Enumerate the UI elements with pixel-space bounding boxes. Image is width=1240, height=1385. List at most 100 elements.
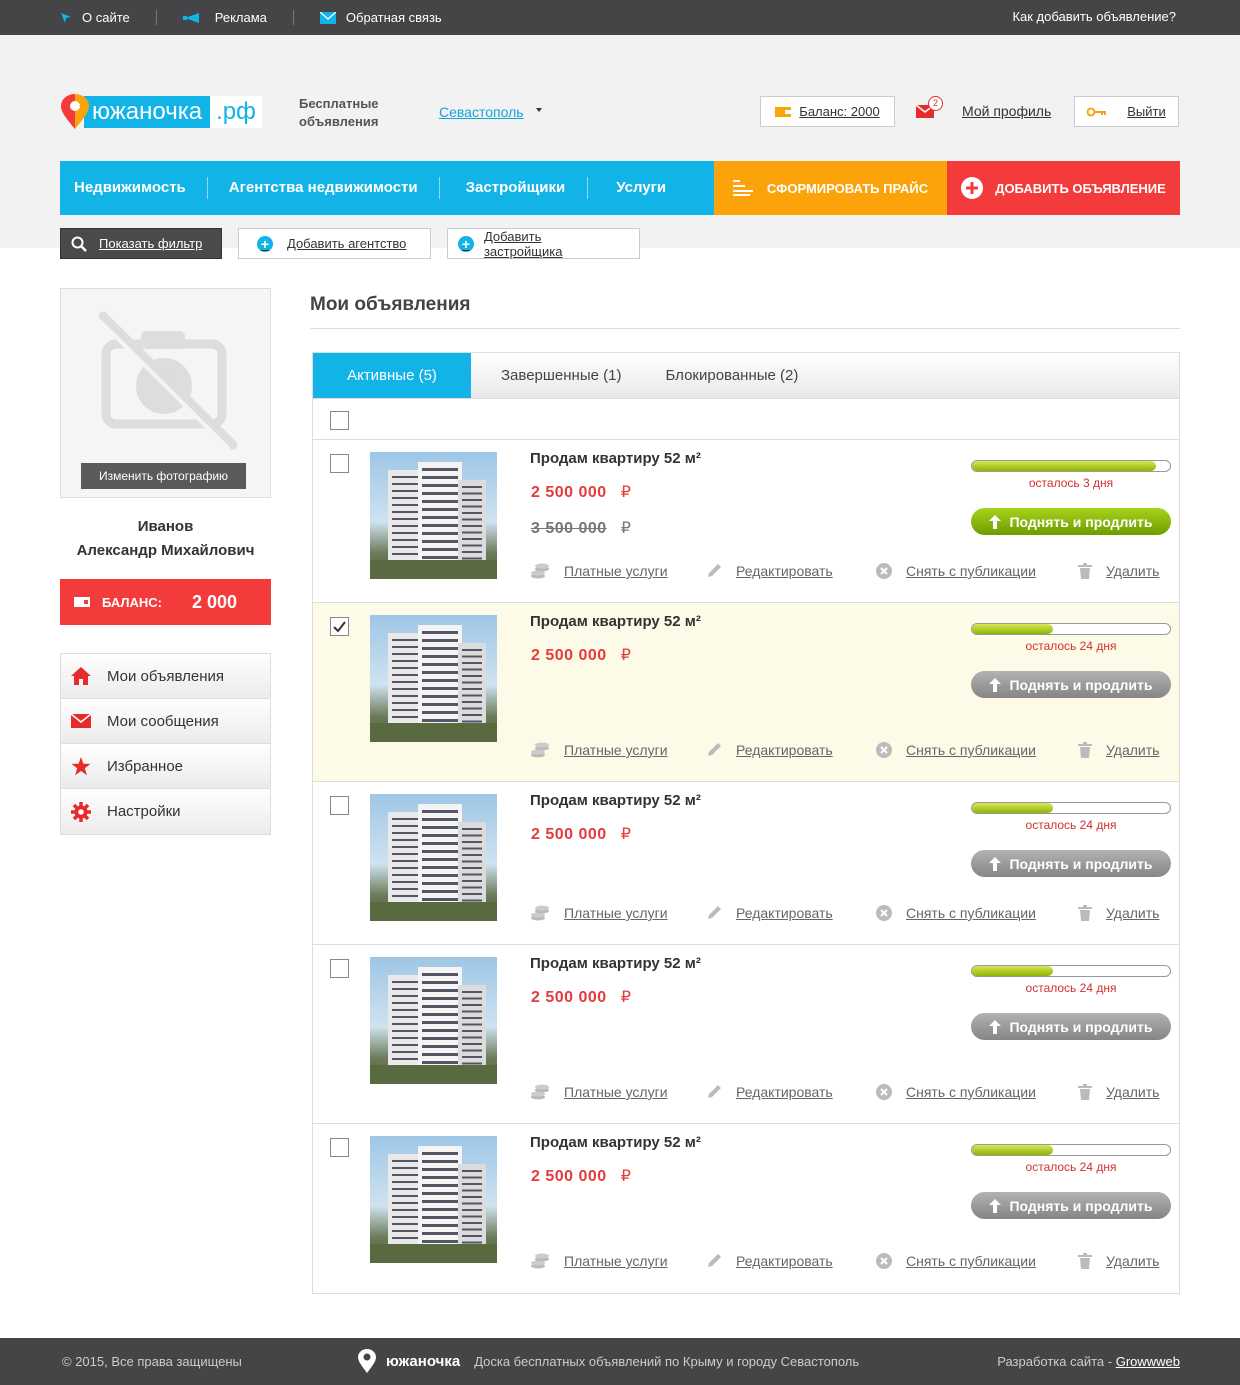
ad-select-checkbox[interactable] [330, 1138, 349, 1157]
tab-completed[interactable]: Завершенные (1) [471, 353, 651, 398]
edit-link[interactable]: Редактировать [706, 742, 876, 758]
my-profile-link[interactable]: Мой профиль [962, 103, 1051, 119]
city-selector[interactable]: Севастополь [439, 104, 524, 120]
paid-services-link[interactable]: Платные услуги [530, 1253, 706, 1269]
main-content: Мои объявления Активные (5) Завершенные … [310, 288, 1180, 1294]
delete-link[interactable]: Удалить [1078, 1084, 1159, 1100]
delete-link[interactable]: Удалить [1078, 742, 1159, 758]
menu-item-settings[interactable]: Настройки [61, 789, 270, 834]
delete-link[interactable]: Удалить [1078, 1253, 1159, 1269]
top-link-about[interactable]: О сайте [60, 10, 156, 25]
unpublish-link[interactable]: Снять с публикации [876, 1253, 1078, 1269]
tab-active[interactable]: Активные (5) [313, 353, 471, 398]
menu-item-my-ads[interactable]: Мои объявления [61, 654, 270, 699]
paid-services-link[interactable]: Платные услуги [530, 1084, 706, 1100]
edit-link[interactable]: Редактировать [706, 563, 876, 579]
ad-title[interactable]: Продам квартиру 52 м² [530, 1134, 701, 1151]
add-agency-button[interactable]: + Добавить агентство [238, 228, 431, 259]
coins-icon [531, 1084, 549, 1100]
logout-button[interactable]: Выйти [1074, 96, 1179, 127]
list-icon [732, 180, 753, 196]
edit-link[interactable]: Редактировать [706, 905, 876, 921]
logo-word: южаночка [84, 96, 211, 128]
lift-and-extend-button[interactable]: Поднять и продлить [971, 1013, 1171, 1040]
ad-progress-bar [971, 1144, 1171, 1156]
tab-blocked[interactable]: Блокированные (2) [651, 353, 828, 398]
plus-icon: + [458, 235, 474, 252]
trash-icon [1078, 1084, 1092, 1100]
ad-select-checkbox[interactable] [330, 454, 349, 473]
balance-box[interactable]: БАЛАНС: 2 000 [60, 579, 271, 625]
pin-icon [358, 1349, 376, 1373]
nav-item-real-estate[interactable]: Недвижимость [60, 161, 207, 215]
arrow-up-icon [989, 514, 1002, 529]
ad-title[interactable]: Продам квартиру 52 м² [530, 613, 701, 630]
ad-remaining-days: осталось 3 дня [1028, 476, 1114, 490]
ad-photo[interactable] [370, 452, 497, 579]
unpublish-link[interactable]: Снять с публикации [876, 1084, 1078, 1100]
unpublish-link[interactable]: Снять с публикации [876, 563, 1078, 579]
lift-and-extend-button[interactable]: Поднять и продлить [971, 850, 1171, 877]
ad-title[interactable]: Продам квартиру 52 м² [530, 955, 701, 972]
ad-select-checkbox[interactable] [330, 617, 349, 636]
footer-tagline: Доска бесплатных объявлений по Крыму и г… [474, 1353, 860, 1369]
pencil-icon [708, 1085, 721, 1098]
pencil-icon [708, 564, 721, 577]
menu-item-favorites[interactable]: Избранное [61, 744, 270, 789]
change-photo-button[interactable]: Изменить фотографию [81, 463, 246, 489]
ad-photo[interactable] [370, 615, 497, 742]
arrow-up-icon [989, 1198, 1002, 1213]
footer-brand[interactable]: южаночка [386, 1353, 460, 1370]
paid-services-link[interactable]: Платные услуги [530, 742, 706, 758]
show-filter-button[interactable]: Показать фильтр [60, 228, 222, 259]
ad-photo[interactable] [370, 1136, 497, 1263]
edit-link[interactable]: Редактировать [706, 1253, 876, 1269]
close-circle-icon [876, 1084, 892, 1100]
paid-services-link[interactable]: Платные услуги [530, 563, 706, 579]
edit-link[interactable]: Редактировать [706, 1084, 876, 1100]
select-all-checkbox[interactable] [330, 411, 349, 430]
nav-item-developers[interactable]: Застройщики [440, 161, 588, 215]
wallet-icon [74, 597, 90, 607]
ad-remaining-days: осталось 24 дня [1025, 1160, 1117, 1174]
ad-title[interactable]: Продам квартиру 52 м² [530, 450, 701, 467]
user-name: Иванов Александр Михайлович [76, 518, 255, 559]
pencil-icon [708, 743, 721, 756]
nav-item-services[interactable]: Услуги [588, 161, 687, 215]
footer-brand-block: южаночка Доска бесплатных объявлений по … [358, 1349, 859, 1373]
how-to-add-link[interactable]: Как добавить объявление? [1012, 9, 1176, 24]
top-link-feedback[interactable]: Обратная связь [319, 10, 468, 25]
ad-actions: Платные услуги Редактировать Снять с пуб… [530, 742, 1159, 758]
site-logo[interactable]: южаночка .рф [60, 94, 262, 130]
ad-photo[interactable] [370, 794, 497, 921]
page-title: Мои объявления [310, 288, 1180, 329]
chevron-down-icon[interactable] [536, 108, 542, 112]
nav-item-agencies[interactable]: Агентства недвижимости [208, 161, 439, 215]
add-ad-button[interactable]: ДОБАВИТЬ ОБЪЯВЛЕНИЕ [947, 161, 1180, 215]
envelope-icon [71, 714, 91, 728]
ad-select-checkbox[interactable] [330, 796, 349, 815]
ad-photo[interactable] [370, 957, 497, 1084]
developer-link[interactable]: Growwweb [1116, 1354, 1180, 1369]
delete-link[interactable]: Удалить [1078, 905, 1159, 921]
ad-list-item: Продам квартиру 52 м² 2 500 000 ₽ осталос… [313, 1124, 1179, 1293]
paid-services-link[interactable]: Платные услуги [530, 905, 706, 921]
build-price-button[interactable]: СФОРМИРОВАТЬ ПРАЙС [714, 161, 947, 215]
ad-title[interactable]: Продам квартиру 52 м² [530, 792, 701, 809]
top-link-ads[interactable]: Реклама [182, 10, 293, 25]
balance-button[interactable]: Баланс: 2000 [760, 96, 895, 127]
delete-link[interactable]: Удалить [1078, 563, 1159, 579]
unpublish-link[interactable]: Снять с публикации [876, 905, 1078, 921]
pencil-icon [708, 1254, 721, 1267]
menu-item-messages[interactable]: Мои сообщения [61, 699, 270, 744]
unpublish-link[interactable]: Снять с публикации [876, 742, 1078, 758]
ad-progress-bar [971, 802, 1171, 814]
lift-and-extend-button[interactable]: Поднять и продлить [971, 508, 1171, 535]
lift-and-extend-button[interactable]: Поднять и продлить [971, 671, 1171, 698]
ad-select-checkbox[interactable] [330, 959, 349, 978]
messages-count-badge: 2 [928, 96, 943, 111]
lift-and-extend-button[interactable]: Поднять и продлить [971, 1192, 1171, 1219]
ad-actions: Платные услуги Редактировать Снять с пуб… [530, 905, 1159, 921]
add-developer-button[interactable]: + Добавить застройщика [447, 228, 640, 259]
logo-domain: .рф [210, 96, 262, 128]
